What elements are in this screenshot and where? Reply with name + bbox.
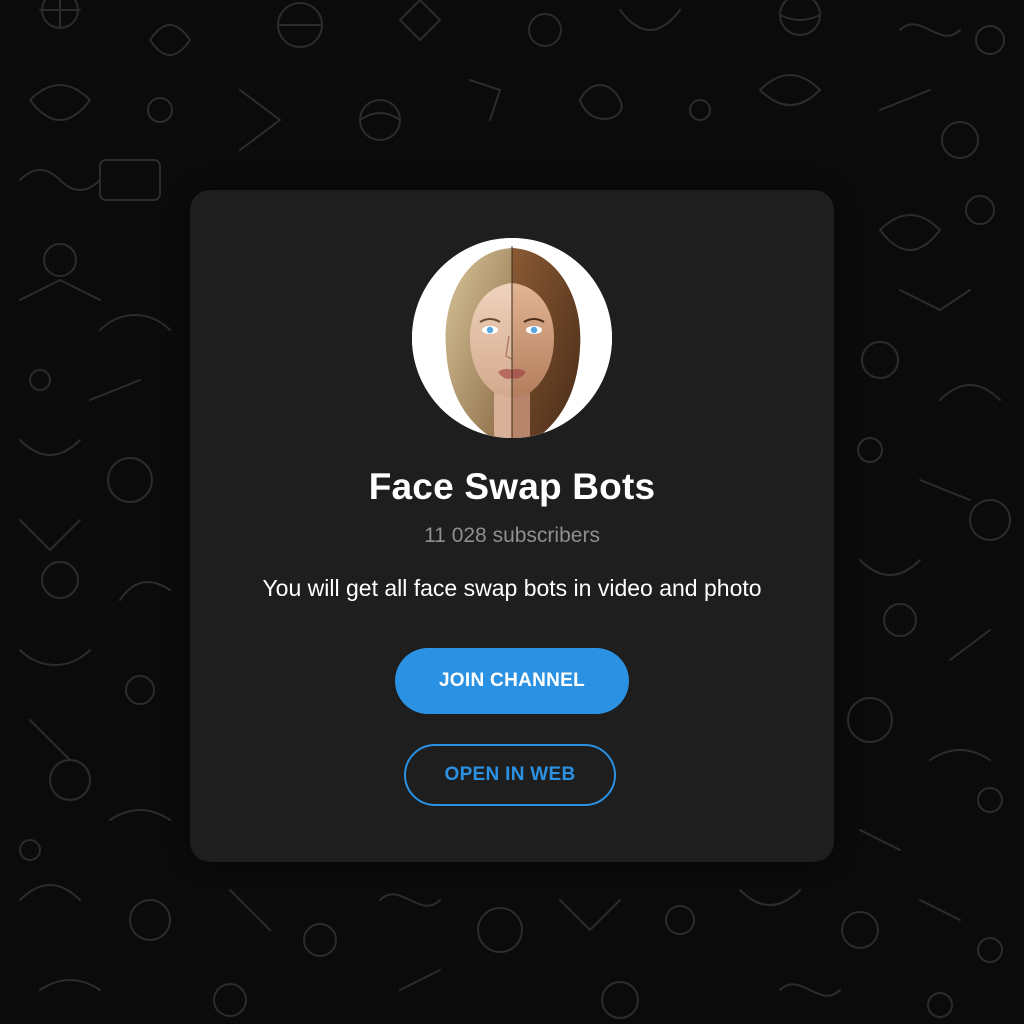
subscriber-count: 11 028 subscribers	[424, 524, 600, 547]
face-swap-avatar-icon	[412, 238, 612, 438]
open-in-web-button[interactable]: OPEN IN WEB	[404, 744, 616, 806]
channel-avatar	[412, 238, 612, 438]
channel-title: Face Swap Bots	[368, 466, 656, 507]
channel-card: Face Swap Bots 11 028 subscribers You wi…	[190, 190, 834, 862]
join-channel-button[interactable]: JOIN CHANNEL	[395, 648, 629, 714]
channel-description: You will get all face swap bots in video…	[262, 575, 762, 601]
